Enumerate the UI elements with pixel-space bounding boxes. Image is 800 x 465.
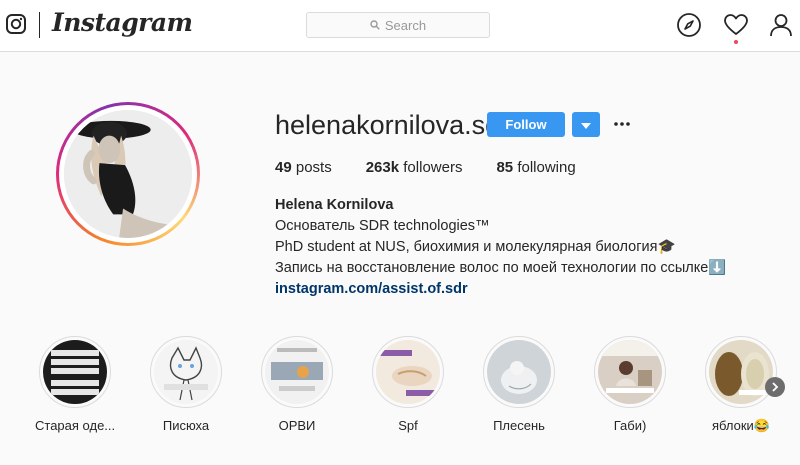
instagram-glyph-icon[interactable] bbox=[6, 14, 26, 34]
highlight-cover bbox=[265, 340, 329, 404]
caret-down-icon bbox=[581, 123, 591, 129]
highlight-cover bbox=[487, 340, 551, 404]
following-stat[interactable]: 85 following bbox=[496, 159, 575, 176]
profile-full-name: Helena Kornilova bbox=[275, 197, 394, 213]
profile-stats: 49 posts 263k followers 85 following bbox=[275, 159, 610, 176]
highlight-label: Писюха bbox=[162, 418, 210, 433]
top-nav: Instagram Search bbox=[0, 0, 800, 52]
bio-link[interactable]: instagram.com/assist.of.sdr bbox=[275, 279, 726, 300]
more-options-icon[interactable] bbox=[612, 114, 632, 134]
followers-label: followers bbox=[403, 159, 463, 176]
heart-icon[interactable] bbox=[723, 12, 749, 38]
following-count: 85 bbox=[496, 159, 514, 176]
search-icon bbox=[370, 20, 380, 30]
follow-button[interactable]: Follow bbox=[487, 112, 565, 137]
highlight-item[interactable]: Spf bbox=[368, 336, 448, 433]
highlight-label: Плесень bbox=[493, 418, 545, 433]
highlight-cover bbox=[154, 340, 218, 404]
posts-count: 49 bbox=[275, 159, 292, 176]
profile-avatar-ring[interactable] bbox=[56, 102, 200, 246]
bio-line-2: PhD student at NUS, биохимия и молекуляр… bbox=[275, 239, 676, 255]
posts-label: posts bbox=[295, 159, 332, 176]
highlights-next-button[interactable] bbox=[765, 377, 785, 397]
story-highlights: Старая оде... Писюха ОРВИ Spf Плесень Га… bbox=[35, 336, 795, 441]
highlight-label: Старая оде... bbox=[35, 418, 116, 433]
highlight-cover bbox=[598, 340, 662, 404]
followers-count: 263k bbox=[365, 159, 400, 176]
bio-line-1: Основатель SDR technologies™ bbox=[275, 218, 490, 234]
compass-icon[interactable] bbox=[676, 12, 702, 38]
profile-icon[interactable] bbox=[768, 12, 794, 38]
highlight-label: Габи) bbox=[613, 418, 647, 433]
profile-avatar bbox=[64, 110, 192, 238]
bio-line-3: Запись на восстановление волос по моей т… bbox=[275, 260, 727, 276]
highlight-label: Spf bbox=[398, 418, 418, 433]
profile-bio: Helena Kornilova Основатель SDR technolo… bbox=[275, 195, 726, 300]
highlight-item[interactable]: Плесень bbox=[479, 336, 559, 433]
highlight-label: яблоки😂 bbox=[712, 418, 770, 433]
search-input[interactable]: Search bbox=[306, 12, 490, 38]
highlight-item[interactable]: Старая оде... bbox=[35, 336, 115, 433]
profile-username: helenakornilova.sdr bbox=[275, 110, 510, 140]
highlight-cover bbox=[43, 340, 107, 404]
nav-divider bbox=[39, 12, 40, 38]
highlight-cover bbox=[376, 340, 440, 404]
search-placeholder: Search bbox=[384, 17, 427, 33]
posts-stat: 49 posts bbox=[275, 159, 332, 176]
highlight-label: ОРВИ bbox=[278, 418, 316, 433]
highlight-item[interactable]: ОРВИ bbox=[257, 336, 337, 433]
following-label: following bbox=[517, 159, 576, 176]
chevron-right-icon bbox=[772, 382, 779, 392]
suggestions-dropdown-button[interactable] bbox=[572, 112, 600, 137]
highlight-cover bbox=[709, 340, 773, 404]
avatar-photo-icon bbox=[64, 110, 192, 238]
highlight-item[interactable]: Габи) bbox=[590, 336, 670, 433]
notification-dot bbox=[734, 40, 738, 44]
followers-stat[interactable]: 263k followers bbox=[366, 159, 463, 176]
instagram-wordmark[interactable]: Instagram bbox=[52, 8, 193, 37]
highlight-item[interactable]: Писюха bbox=[146, 336, 226, 433]
